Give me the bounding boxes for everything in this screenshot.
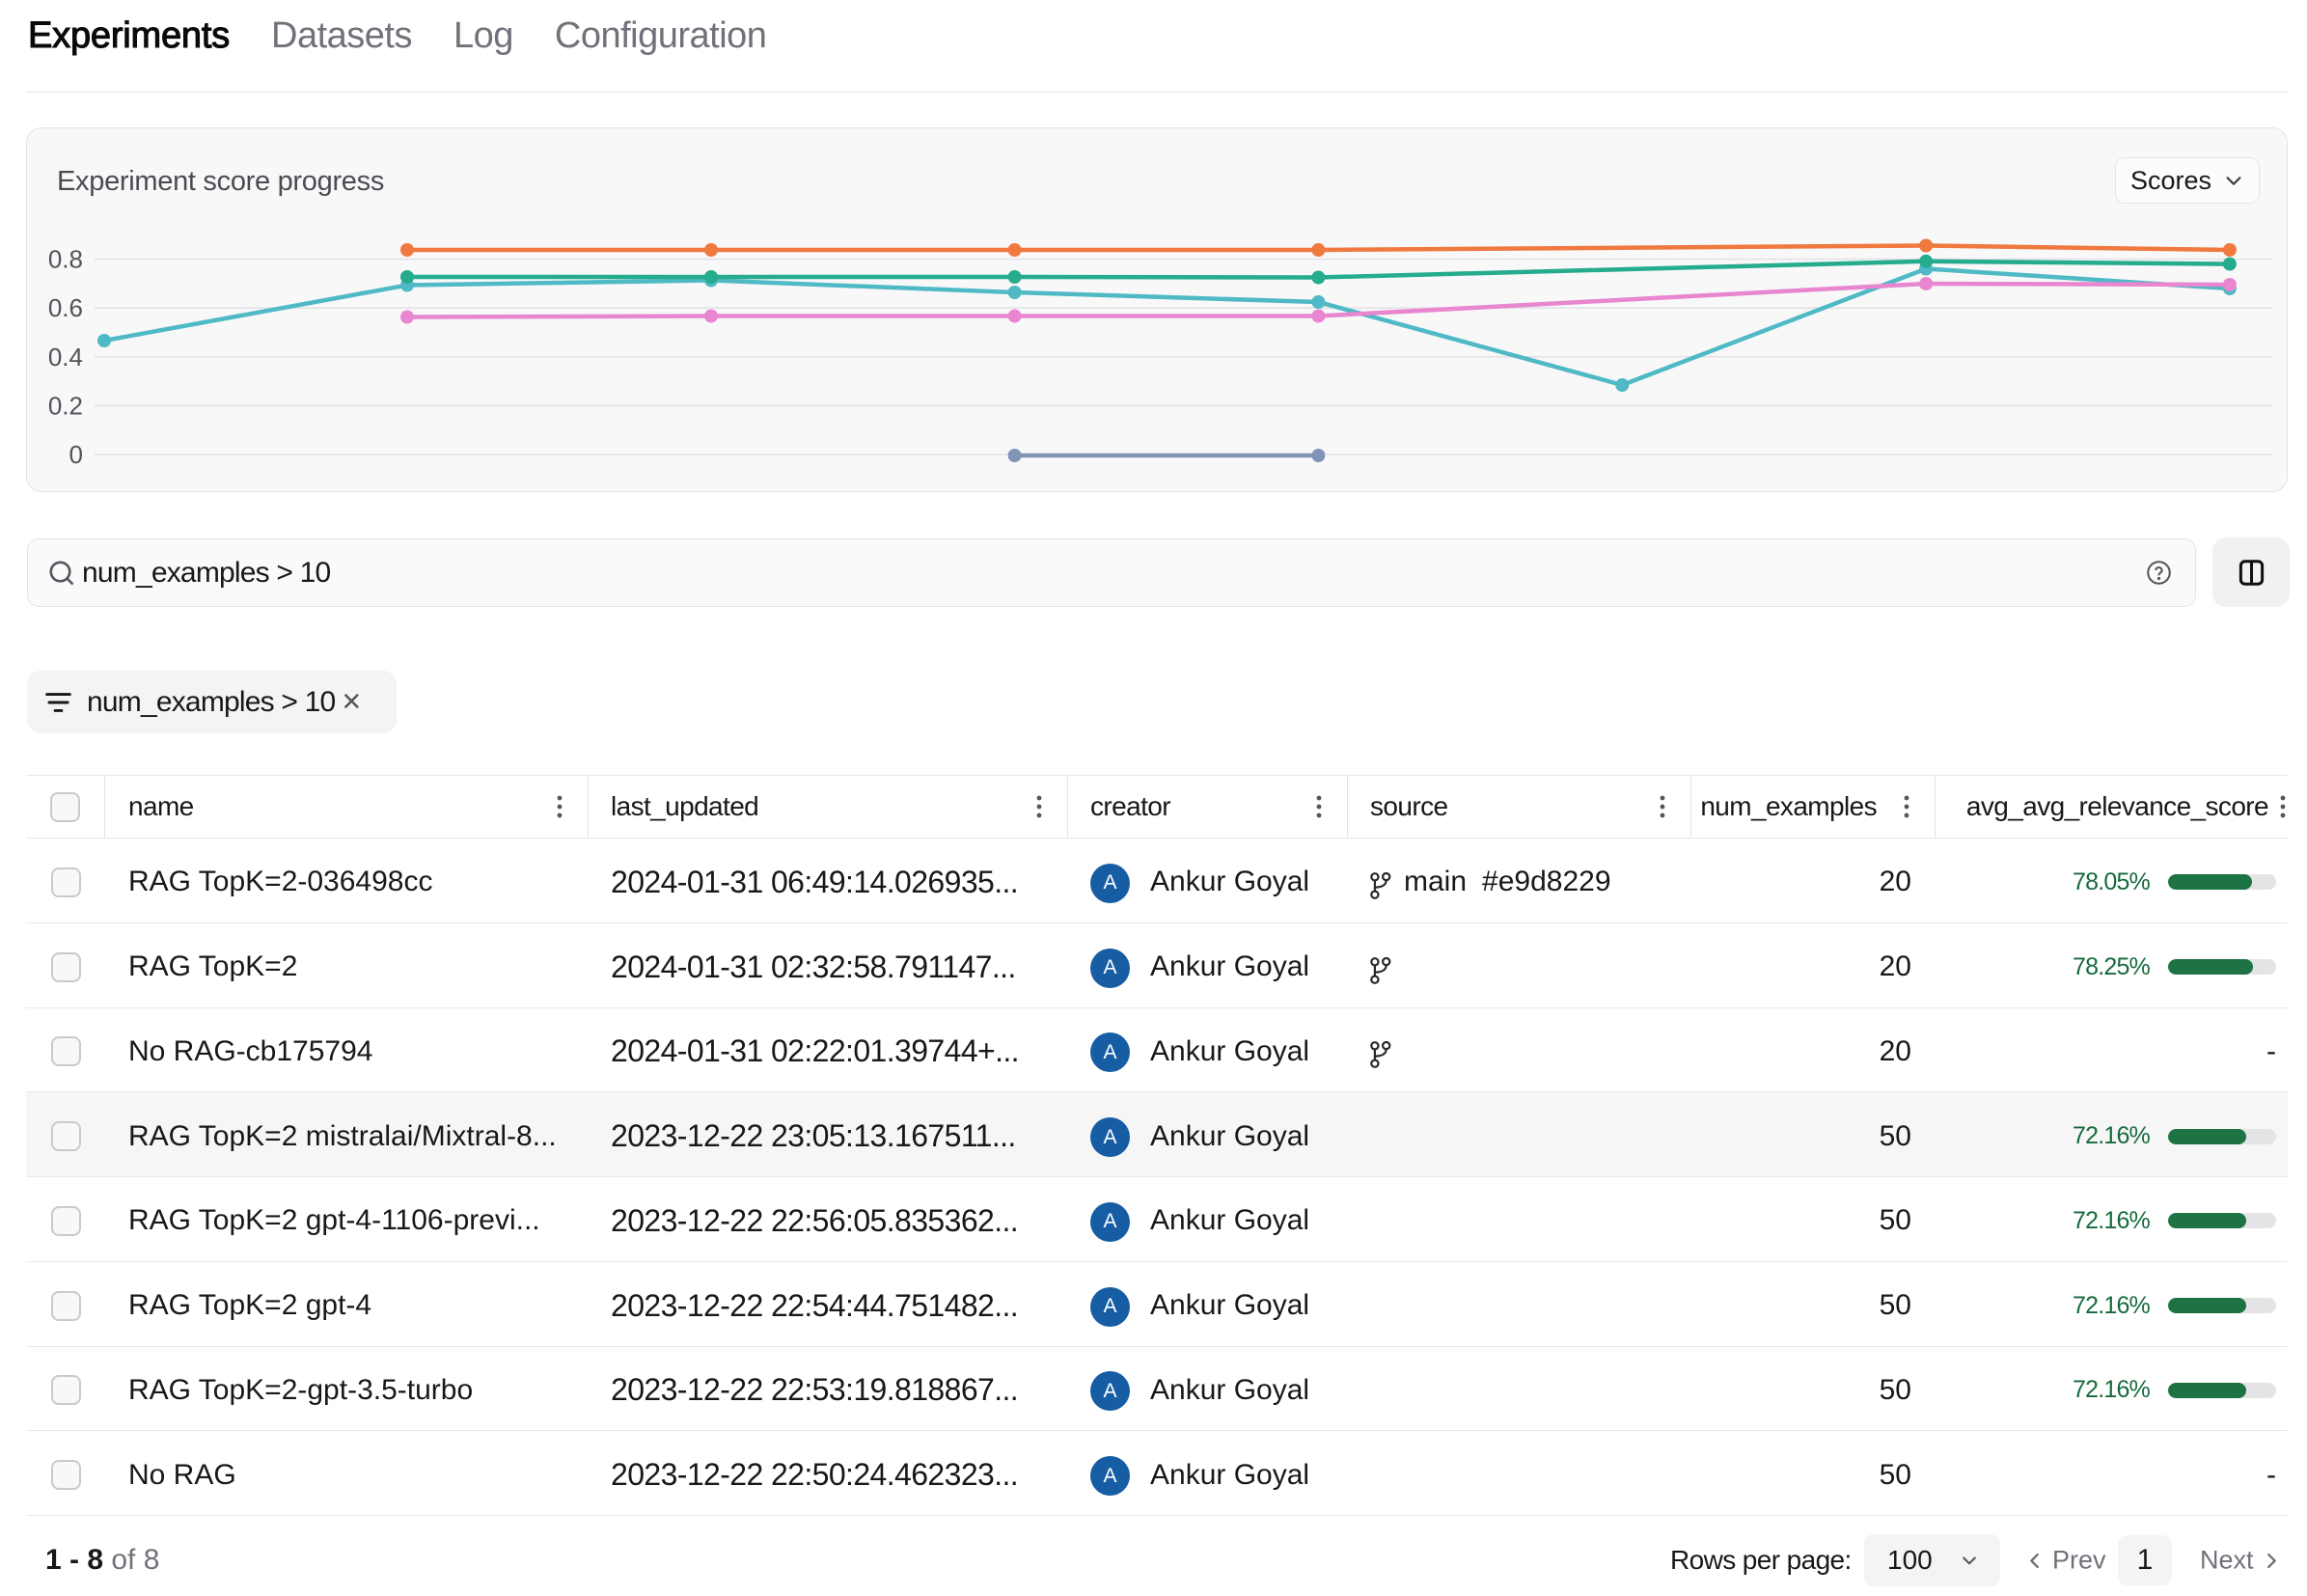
svg-text:0.2: 0.2: [48, 391, 83, 420]
svg-text:0: 0: [69, 440, 83, 469]
svg-text:0.4: 0.4: [48, 343, 83, 371]
svg-text:0.8: 0.8: [48, 245, 83, 274]
svg-text:0.6: 0.6: [48, 293, 83, 322]
